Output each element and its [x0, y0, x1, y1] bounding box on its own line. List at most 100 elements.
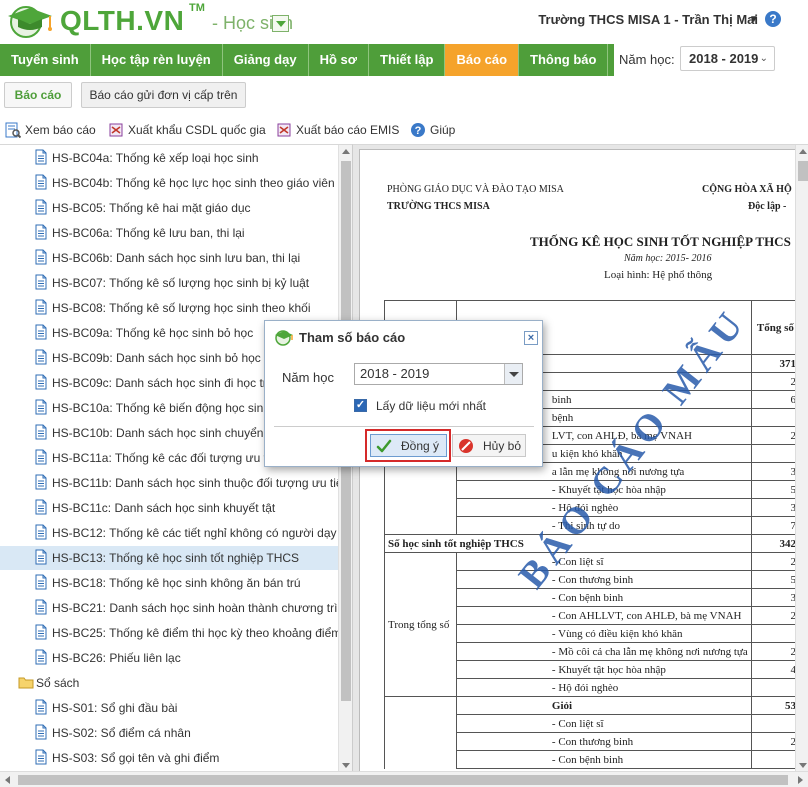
report-cell: [384, 696, 457, 715]
latest-data-checkbox[interactable]: ✓: [354, 399, 367, 412]
dialog-divider: [274, 426, 534, 427]
tree-item-label: HS-BC04a: Thống kê xếp loại học sinh: [52, 151, 259, 165]
tab-bao-cao[interactable]: Báo cáo: [445, 44, 520, 76]
document-icon: [35, 149, 47, 165]
horizontal-scrollbar[interactable]: [0, 771, 808, 787]
report-title: THỐNG KÊ HỌC SINH TỐT NGHIỆP THCS: [530, 234, 791, 249]
tree-item-report[interactable]: HS-BC18: Thống kê học sinh không ăn bán …: [0, 571, 338, 595]
scroll-up-arrow-icon[interactable]: [342, 149, 350, 154]
tree-item-report[interactable]: HS-BC11b: Danh sách học sinh thuộc đối t…: [0, 471, 338, 495]
preview-scroll-thumb[interactable]: [798, 161, 808, 181]
tree-item-label: HS-S03: Sổ gọi tên và ghi điểm: [52, 751, 220, 765]
checkmark-icon: [376, 439, 392, 453]
nav-tabs-end: [608, 44, 615, 76]
view-report-label: Xem báo cáo: [25, 123, 96, 137]
document-icon: [35, 324, 47, 340]
tree-item-report[interactable]: HS-BC26: Phiếu liên lạc: [0, 646, 338, 670]
tree-item-report[interactable]: HS-BC13: Thống kê học sinh tốt nghiệp TH…: [0, 546, 338, 570]
report-row-value: 5: [750, 480, 801, 499]
tree-item-report[interactable]: HS-BC21: Danh sách học sinh hoàn thành c…: [0, 596, 338, 620]
cancel-button[interactable]: Hủy bỏ: [452, 434, 526, 457]
tree-item-book[interactable]: HS-S02: Sổ điểm cá nhân: [0, 721, 338, 745]
report-row-value: 6: [750, 390, 801, 409]
tree-item-label: HS-BC06a: Thống kê lưu ban, thi lại: [52, 226, 245, 240]
tree-item-book[interactable]: HS-S03: Sổ gọi tên và ghi điểm: [0, 746, 338, 770]
view-report-button[interactable]: Xem báo cáo: [5, 121, 96, 139]
tree-item-report[interactable]: HS-BC04b: Thống kê học lực học sinh theo…: [0, 171, 338, 195]
report-row-value: 2: [750, 732, 801, 751]
export-emis-button[interactable]: Xuất báo cáo EMIS: [276, 121, 399, 139]
graduation-cap-logo-icon: [8, 6, 52, 38]
report-row-value: 3: [750, 462, 801, 481]
horizontal-scroll-thumb[interactable]: [18, 775, 788, 785]
export-emis-icon: [277, 123, 291, 137]
logo-text: QLTH.VN: [60, 5, 185, 36]
user-menu-caret-icon[interactable]: ▼: [749, 14, 759, 25]
close-icon[interactable]: ×: [524, 331, 538, 345]
tree-item-report[interactable]: HS-BC07: Thống kê số lượng học sinh bị k…: [0, 271, 338, 295]
report-grad-total: 342: [750, 534, 801, 553]
document-icon: [35, 749, 47, 765]
dialog-year-select[interactable]: 2018 - 2019: [354, 363, 523, 385]
report-row-value: 4: [750, 660, 801, 679]
tree-item-book[interactable]: HS-S01: Sổ ghi đầu bài: [0, 696, 338, 720]
help-label: Giúp: [430, 123, 456, 137]
school-year-label: Năm học:: [619, 52, 675, 67]
report-col-total-header: Tổng số: [750, 300, 801, 355]
tab-ho-so[interactable]: Hồ sơ: [308, 44, 370, 76]
ok-button[interactable]: Đồng ý: [370, 434, 447, 457]
latest-data-checkbox-label[interactable]: Lấy dữ liệu mới nhất: [376, 399, 486, 413]
tree-item-report[interactable]: HS-BC25: Thống kê điểm thi học kỳ theo k…: [0, 621, 338, 645]
tree-item-label: HS-BC11b: Danh sách học sinh thuộc đối t…: [52, 476, 338, 490]
tree-item-label: HS-BC05: Thống kê hai mặt giáo dục: [52, 201, 251, 215]
tree-item-report[interactable]: HS-BC11c: Danh sách học sinh khuyết tật: [0, 496, 338, 520]
chevron-down-icon[interactable]: [504, 364, 522, 384]
scroll-left-arrow-icon[interactable]: [5, 776, 10, 784]
help-icon[interactable]: ?: [765, 11, 781, 27]
tab-giang-day[interactable]: Giảng dạy: [222, 44, 309, 76]
subtab-bao-cao[interactable]: Báo cáo: [4, 82, 72, 108]
document-icon: [35, 399, 47, 415]
report-row-value: [750, 750, 801, 769]
report-row-value: 3: [750, 498, 801, 517]
tree-folder-so-sach[interactable]: Sổ sách: [0, 671, 338, 695]
preview-scroll-up-icon[interactable]: [799, 149, 807, 154]
report-row: - Con thương binh 2: [384, 732, 808, 751]
preview-vertical-scrollbar[interactable]: [795, 145, 808, 771]
export-emis-label: Xuất báo cáo EMIS: [296, 123, 400, 137]
tab-thong-bao[interactable]: Thông báo: [519, 44, 609, 76]
document-icon: [35, 249, 47, 265]
tree-item-report[interactable]: HS-BC05: Thống kê hai mặt giáo dục: [0, 196, 338, 220]
tab-tuyen-sinh[interactable]: Tuyển sinh: [0, 44, 91, 76]
tree-item-report[interactable]: HS-BC06b: Danh sách học sinh lưu ban, th…: [0, 246, 338, 270]
help-button[interactable]: ? Giúp: [410, 121, 455, 139]
tree-item-label: HS-BC21: Danh sách học sinh hoàn thành c…: [52, 601, 338, 615]
tab-thiet-lap[interactable]: Thiết lập: [369, 44, 446, 76]
subtab-bao-cao-cap-tren[interactable]: Báo cáo gửi đơn vị cấp trên: [81, 82, 246, 108]
report-row-label: - Con thương binh: [455, 732, 752, 751]
tab-hoc-tap-ren-luyen[interactable]: Học tập rèn luyện: [90, 44, 223, 76]
document-icon: [35, 374, 47, 390]
tree-item-report[interactable]: HS-BC08: Thống kê số lượng học sinh theo…: [0, 296, 338, 320]
report-row-label: - Con liệt sĩ: [455, 552, 752, 571]
role-dropdown-button[interactable]: [272, 15, 289, 32]
report-type: Loại hình: Hệ phổ thông: [604, 269, 713, 281]
tree-item-label: HS-BC10b: Danh sách học sinh chuyển đi: [52, 426, 277, 440]
tree-item-report[interactable]: HS-BC06a: Thống kê lưu ban, thi lại: [0, 221, 338, 245]
tree-item-label: HS-S02: Sổ điểm cá nhân: [52, 726, 191, 740]
school-user-menu[interactable]: Trường THCS MISA 1 - Trần Thị Mai: [538, 12, 758, 27]
tree-item-report[interactable]: HS-BC12: Thống kê các tiết nghỉ không có…: [0, 521, 338, 545]
report-row-label: - Hộ đói nghèo: [455, 678, 752, 697]
scroll-down-arrow-icon[interactable]: [342, 763, 350, 768]
tree-item-label: HS-BC09c: Danh sách học sinh đi học trở …: [52, 376, 290, 390]
report-cell: [384, 498, 457, 517]
export-csdl-button[interactable]: Xuất khẩu CSDL quốc gia: [108, 121, 266, 139]
school-year-select[interactable]: 2018 - 2019 ⌄: [680, 46, 775, 71]
document-icon: [35, 599, 47, 615]
tree-item-report[interactable]: HS-BC04a: Thống kê xếp loại học sinh: [0, 146, 338, 170]
scroll-right-arrow-icon[interactable]: [798, 776, 803, 784]
preview-scroll-down-icon[interactable]: [799, 763, 807, 768]
tree-item-label: HS-S01: Sổ ghi đầu bài: [52, 701, 178, 715]
document-icon: [35, 549, 47, 565]
report-row-label: - Con bệnh binh: [455, 588, 752, 607]
